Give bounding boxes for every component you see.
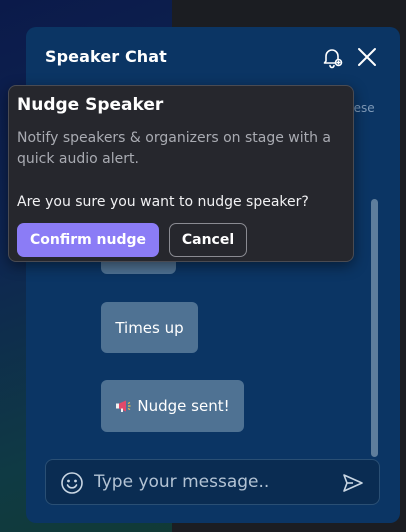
popover-question: Are you sure you want to nudge speaker?: [17, 194, 309, 210]
bell-icon[interactable]: [320, 45, 344, 69]
popover-description: Notify speakers & organizers on stage wi…: [17, 130, 331, 167]
chat-message: Times up: [101, 302, 198, 353]
chat-message-text: Nudge sent!: [137, 397, 230, 415]
close-icon[interactable]: [356, 46, 378, 68]
cancel-button[interactable]: Cancel: [169, 223, 247, 257]
chat-header: Speaker Chat: [26, 27, 400, 87]
send-icon[interactable]: [342, 472, 364, 494]
message-input[interactable]: [94, 468, 324, 496]
chat-title: Speaker Chat: [45, 47, 167, 66]
message-composer: [45, 459, 380, 505]
chat-message-text: Times up: [115, 318, 184, 337]
scrollbar[interactable]: [371, 199, 378, 457]
chat-message: Nudge sent!: [101, 380, 244, 432]
nudge-speaker-popover: Nudge Speaker Notify speakers & organize…: [8, 85, 354, 262]
confirm-nudge-button[interactable]: Confirm nudge: [17, 223, 159, 257]
popover-title: Nudge Speaker: [17, 95, 164, 115]
megaphone-icon: [115, 399, 131, 413]
emoji-icon[interactable]: [60, 471, 84, 495]
